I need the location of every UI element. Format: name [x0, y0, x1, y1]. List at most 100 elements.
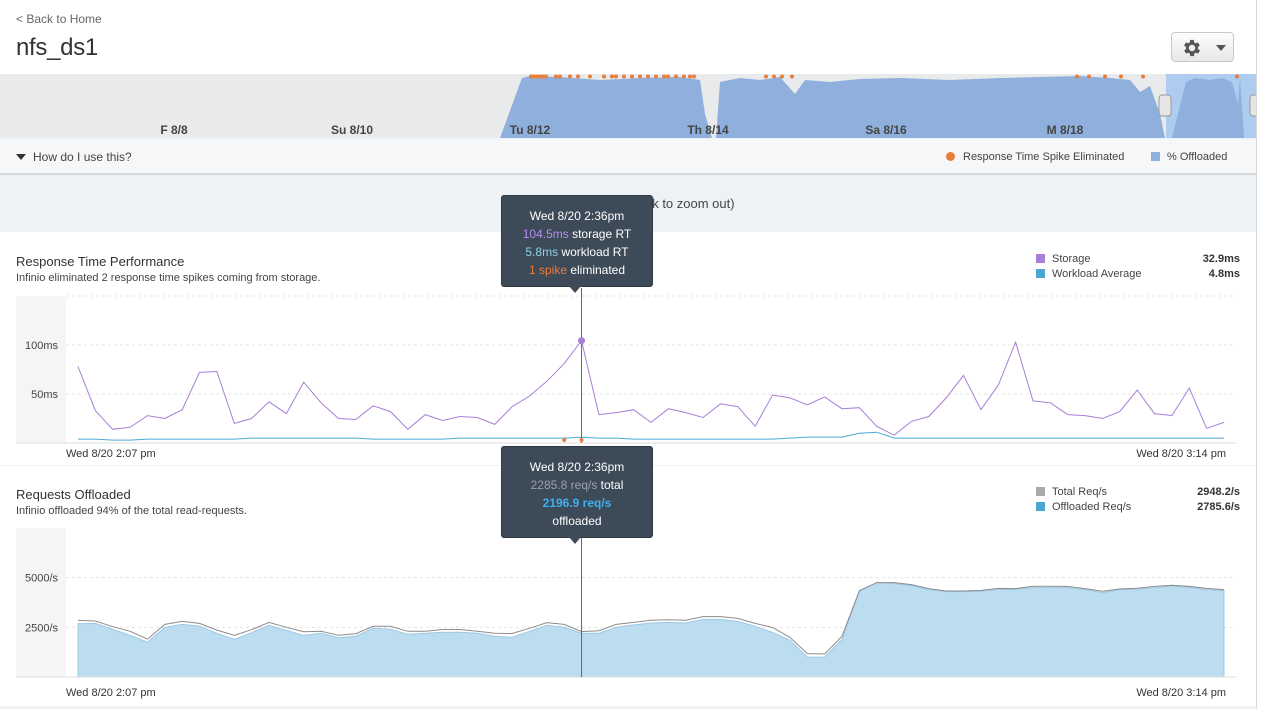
- rt-legend-storage: Storage 32.9ms: [1036, 253, 1240, 268]
- timeline-day-label: Sa 8/16: [865, 123, 907, 137]
- rt-tooltip-workload: 5.8ms workload RT: [502, 243, 652, 261]
- blue-square-icon: [1151, 152, 1160, 161]
- legend-spike-label: Response Time Spike Eliminated: [963, 151, 1125, 163]
- rt-tooltip-storage-label: storage RT: [568, 227, 632, 241]
- timeline-offloaded-area: [716, 76, 1165, 138]
- orange-dot-icon: [946, 152, 955, 161]
- req-tooltip-offloaded-label: offloaded: [552, 514, 602, 528]
- right-scrollbar-edge: [1256, 0, 1262, 709]
- req-y-tick-label: 2500/s: [25, 622, 59, 634]
- rt-x-end-label: Wed 8/20 3:14 pm: [1136, 448, 1226, 460]
- rt-tooltip-spike: 1 spike eliminated: [502, 261, 652, 279]
- timeline-handle-left[interactable]: [1158, 94, 1172, 117]
- req-panel-subtitle: Infinio offloaded 94% of the total read-…: [16, 505, 247, 517]
- spike-marker: [588, 74, 592, 79]
- rt-y-tick-label: 100ms: [25, 340, 59, 352]
- req-legend: Total Req/s 2948.2/s Offloaded Req/s 278…: [1036, 486, 1240, 516]
- rt-tooltip-storage-value: 104.5ms: [522, 227, 569, 241]
- rt-legend: Storage 32.9ms Workload Average 4.8ms: [1036, 253, 1240, 283]
- req-tooltip-total-label: total: [597, 478, 624, 492]
- legend-spike: Response Time Spike Eliminated: [946, 151, 1124, 163]
- req-axis-band: [16, 528, 66, 677]
- spike-marker: [772, 74, 776, 79]
- purple-square-icon: [1036, 254, 1045, 263]
- help-toggle[interactable]: How do I use this?: [16, 150, 132, 164]
- rt-spike-marker: [579, 438, 584, 442]
- rt-x-start-label: Wed 8/20 2:07 pm: [66, 448, 156, 460]
- spike-marker: [654, 74, 658, 79]
- timeline-overview[interactable]: F 8/8 Su 8/10 Tu 8/12 Th 8/14 Sa 8/16 M 8/18: [0, 74, 1256, 138]
- rt-legend-storage-name: Storage: [1052, 253, 1091, 265]
- req-legend-offloaded-name: Offloaded Req/s: [1052, 501, 1132, 513]
- spike-marker: [790, 74, 794, 79]
- caret-down-icon: [1216, 45, 1226, 51]
- rt-legend-workload-name: Workload Average: [1052, 268, 1142, 280]
- spike-marker: [568, 74, 572, 79]
- timeline-spike-markers: [529, 74, 1239, 79]
- req-tooltip: Wed 8/20 2:36pm 2285.8 req/s total 2196.…: [501, 446, 653, 544]
- req-legend-total-name: Total Req/s: [1052, 486, 1108, 498]
- help-bar: How do I use this? Response Time Spike E…: [0, 139, 1256, 175]
- rt-panel-title: Response Time Performance: [16, 254, 185, 269]
- legend-offloaded-label: % Offloaded: [1167, 151, 1228, 163]
- spike-marker: [682, 74, 686, 79]
- spike-marker: [674, 74, 678, 79]
- spike-marker: [662, 74, 666, 79]
- rt-legend-storage-value: 32.9ms: [1202, 253, 1240, 265]
- timeline-day-label: M 8/18: [1047, 123, 1084, 137]
- rt-tooltip-storage: 104.5ms storage RT: [502, 225, 652, 243]
- req-panel-title: Requests Offloaded: [16, 487, 131, 502]
- spike-marker: [610, 74, 614, 79]
- spike-marker: [1103, 74, 1107, 79]
- req-legend-offloaded: Offloaded Req/s 2785.6/s: [1036, 501, 1240, 516]
- req-legend-offloaded-value: 2785.6/s: [1197, 501, 1240, 513]
- spike-marker: [638, 74, 642, 79]
- requests-offloaded-chart[interactable]: 5000/s 2500/s Wed 8/20 2:07 pm Wed 8/20 3:1…: [0, 522, 1256, 706]
- rt-tooltip-workload-label: workload RT: [558, 245, 629, 259]
- rt-axis-band: [16, 296, 66, 443]
- blue-square-icon: [1036, 502, 1045, 511]
- teal-square-icon: [1036, 269, 1045, 278]
- req-legend-total-value: 2948.2/s: [1197, 486, 1240, 498]
- settings-dropdown-button[interactable]: [1171, 32, 1234, 62]
- req-y-tick-label: 5000/s: [25, 573, 59, 585]
- req-tooltip-total: 2285.8 req/s total: [502, 476, 652, 494]
- spike-marker: [622, 74, 626, 79]
- help-label: How do I use this?: [33, 150, 132, 164]
- rt-tooltip-spike-value: 1 spike: [528, 263, 567, 277]
- spike-marker: [1141, 74, 1145, 79]
- spike-marker: [1119, 74, 1123, 79]
- gear-icon: [1181, 37, 1203, 64]
- spike-marker: [780, 74, 784, 79]
- req-tooltip-offloaded-value: 2196.9 req/s: [502, 494, 652, 512]
- legend-offloaded: % Offloaded: [1151, 151, 1227, 163]
- req-legend-total: Total Req/s 2948.2/s: [1036, 486, 1240, 501]
- rt-tooltip-spike-label: eliminated: [567, 263, 626, 277]
- response-time-chart[interactable]: 100ms 50ms Wed 8/20 2:07 pm Wed 8/20 3:14 p…: [0, 282, 1256, 465]
- timeline-day-label: Tu 8/12: [510, 123, 551, 137]
- rt-y-tick-label: 50ms: [31, 389, 58, 401]
- rt-tooltip-time: Wed 8/20 2:36pm: [529, 209, 625, 223]
- spike-marker: [1087, 74, 1091, 79]
- timeline-day-label: Su 8/10: [331, 123, 373, 137]
- rt-spike-marker: [562, 438, 567, 442]
- spike-marker: [554, 74, 558, 79]
- req-tooltip-time: Wed 8/20 2:36pm: [529, 460, 625, 474]
- rt-hover-point: [578, 337, 586, 345]
- page-header: < Back to Home nfs_ds1: [0, 0, 1256, 74]
- spike-marker: [1235, 74, 1239, 79]
- timeline-chart[interactable]: F 8/8 Su 8/10 Tu 8/12 Th 8/14 Sa 8/16 M 8/18: [0, 74, 1256, 138]
- spike-marker: [1075, 74, 1079, 79]
- spike-marker: [544, 74, 548, 79]
- req-x-end-label: Wed 8/20 3:14 pm: [1136, 687, 1226, 699]
- triangle-down-icon: [16, 154, 26, 160]
- spike-marker: [558, 74, 562, 79]
- spike-marker: [688, 74, 692, 79]
- back-to-home-link[interactable]: < Back to Home: [16, 12, 102, 26]
- page-title: nfs_ds1: [16, 34, 98, 61]
- spike-marker: [576, 74, 580, 79]
- spike-marker: [646, 74, 650, 79]
- req-tooltip-offloaded-number: 2196.9 req/s: [542, 496, 612, 510]
- rt-storage-line: [77, 339, 1225, 436]
- spike-marker: [630, 74, 634, 79]
